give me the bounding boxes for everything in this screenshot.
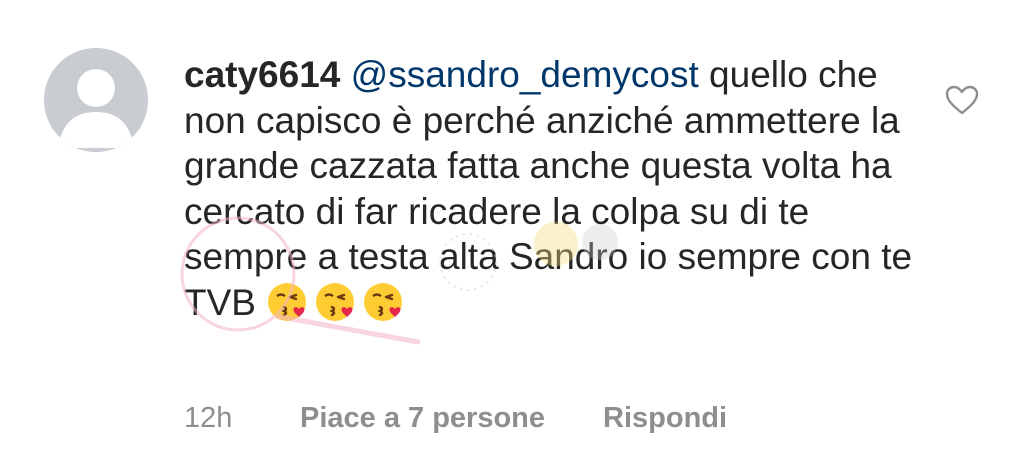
comment-text: caty6614 @ssandro_demycost quello che no… bbox=[184, 52, 914, 325]
kissing-heart-emoji bbox=[266, 281, 308, 323]
comment: caty6614 @ssandro_demycost quello che no… bbox=[0, 0, 1024, 475]
comment-meta: 12h Piace a 7 persone Rispondi bbox=[184, 398, 727, 438]
reply-button[interactable]: Rispondi bbox=[603, 402, 727, 435]
kissing-heart-emoji bbox=[314, 281, 356, 323]
comment-username[interactable]: caty6614 bbox=[184, 54, 340, 95]
likes-count-link[interactable]: Piace a 7 persone bbox=[300, 402, 545, 435]
comment-timestamp: 12h bbox=[184, 401, 233, 434]
kissing-heart-emoji bbox=[362, 281, 404, 323]
default-avatar-icon[interactable] bbox=[44, 48, 148, 152]
heart-outline-icon[interactable] bbox=[944, 84, 980, 116]
comment-mention[interactable]: @ssandro_demycost bbox=[351, 54, 699, 95]
